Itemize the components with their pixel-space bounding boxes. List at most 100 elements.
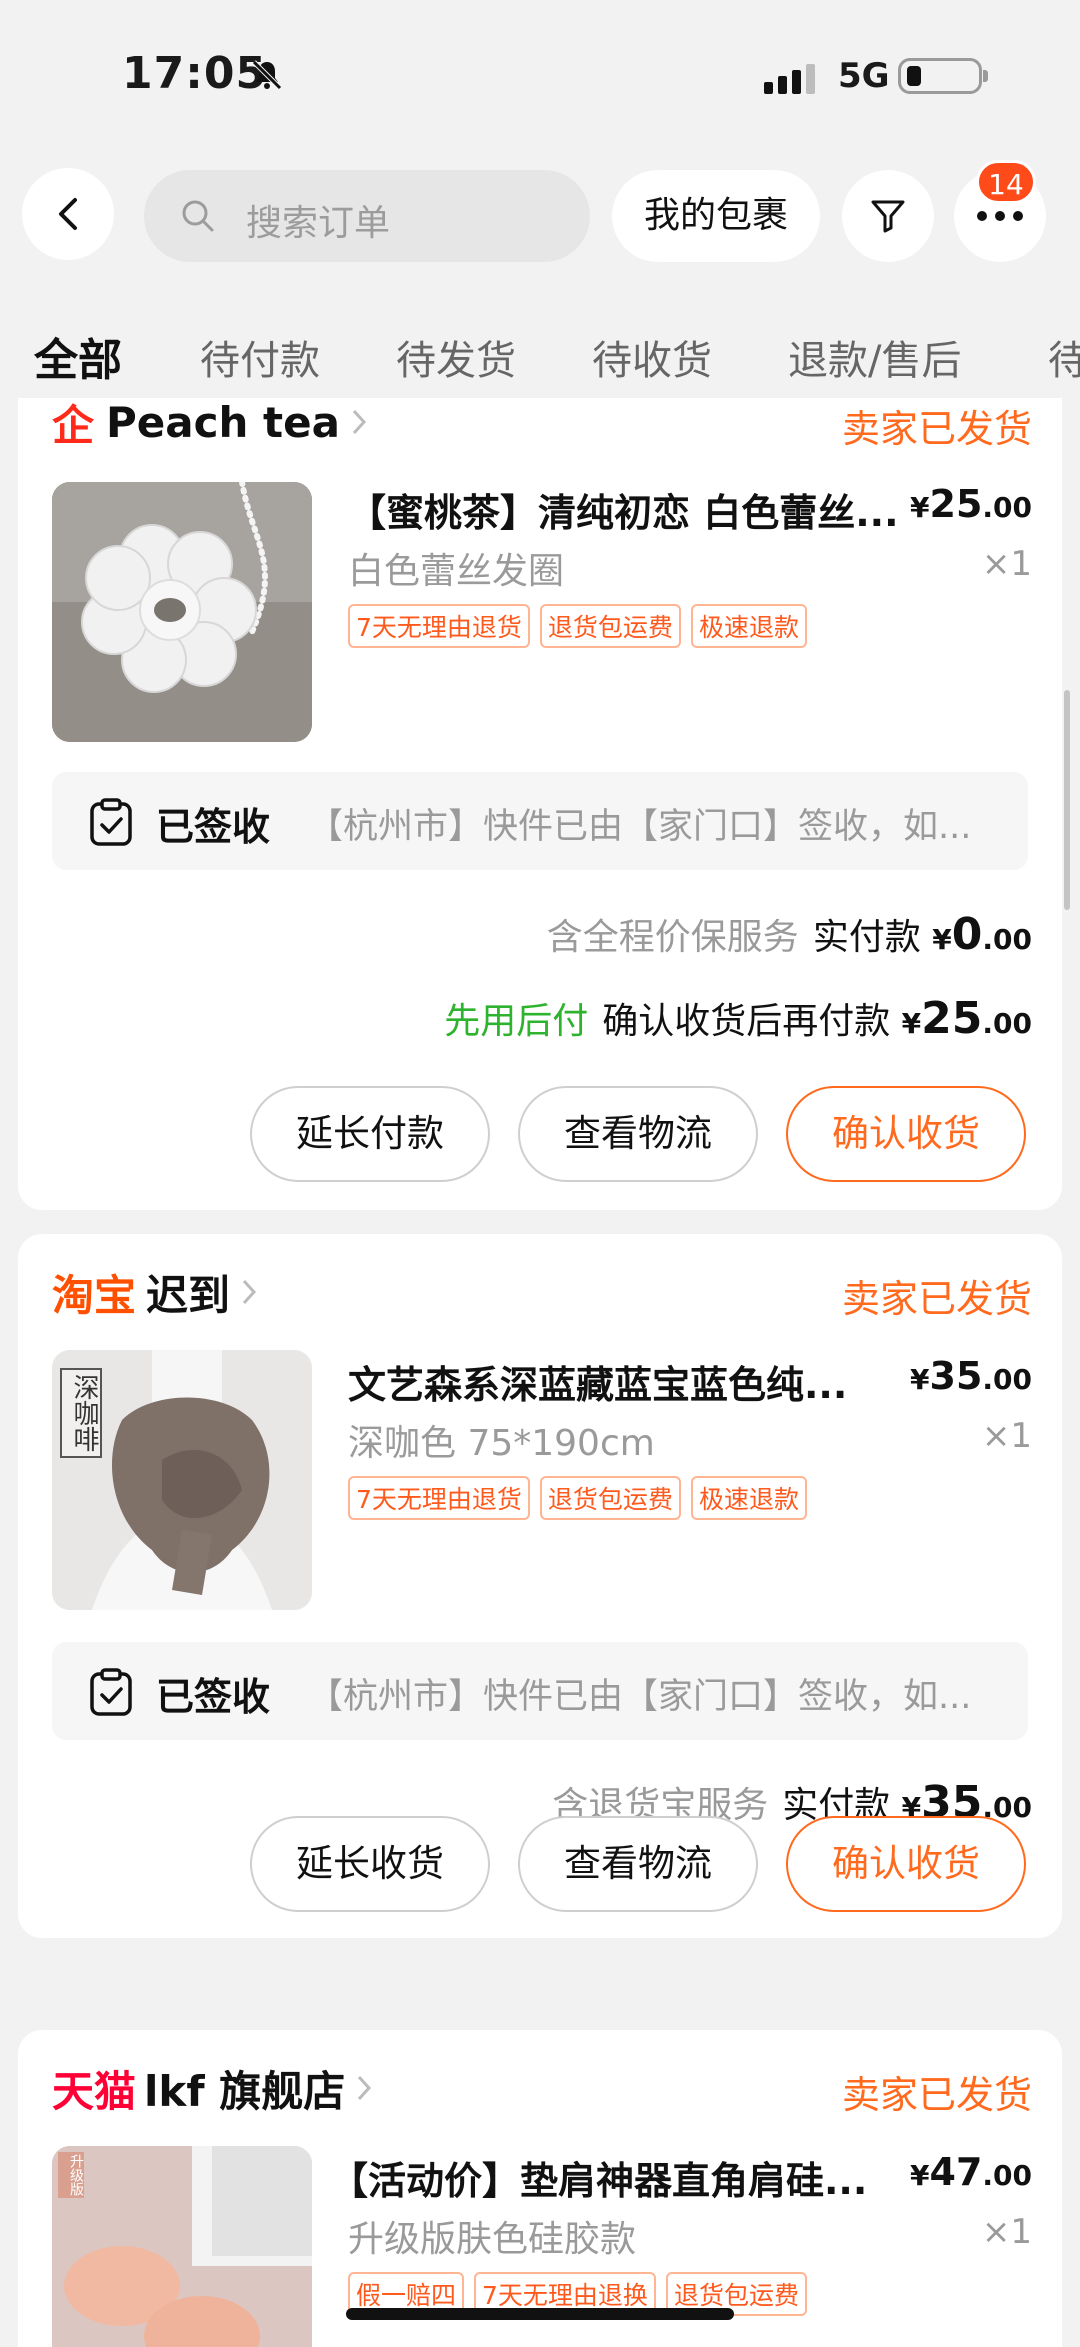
notification-badge: 14	[976, 160, 1036, 204]
paid-label: 实付款	[812, 917, 921, 958]
product-price: ¥35.00	[910, 1354, 1032, 1398]
logistics-bar[interactable]: 已签收 【杭州市】快件已由【家门口】签收，如...	[52, 772, 1028, 870]
tag-7day-return: 7天无理由退货	[348, 604, 530, 648]
shop-link[interactable]: 淘宝 迟到	[52, 1262, 258, 1322]
product-quantity: ×1	[981, 544, 1032, 584]
logistics-bar[interactable]: 已签收 【杭州市】快件已由【家门口】签收，如...	[52, 1642, 1028, 1740]
tab-pending-payment[interactable]: 待付款	[200, 328, 320, 386]
product-quantity: ×1	[981, 2212, 1032, 2252]
tag-free-return-shipping: 退货包运费	[539, 604, 681, 648]
clipboard-check-icon	[90, 1668, 132, 1716]
shop-name: 迟到	[146, 1270, 231, 1320]
shop-link[interactable]: 企 Peach tea	[52, 398, 368, 452]
logistics-detail: 【杭州市】快件已由【家门口】签收，如...	[308, 807, 972, 847]
product-image[interactable]: 升级版	[52, 2146, 312, 2347]
order-search-input[interactable]: 搜索订单	[144, 170, 590, 262]
chevron-right-icon	[242, 1279, 257, 1305]
product-quantity: ×1	[981, 1416, 1032, 1456]
tmall-logo-icon: 天猫	[52, 2066, 137, 2116]
more-dot	[995, 211, 1005, 221]
pay-later-row: 先用后付 确认收货后再付款 ¥25.00	[444, 992, 1032, 1044]
chevron-right-icon	[358, 2075, 372, 2101]
product-title[interactable]: 文艺森系深蓝藏蓝宝蓝色纯...	[348, 1354, 908, 1409]
shop-name: lkf 旗舰店	[144, 2066, 346, 2116]
home-indicator[interactable]	[346, 2308, 734, 2320]
pay-later-label: 先用后付	[444, 1001, 589, 1042]
order-list[interactable]: 企 Peach tea 卖家已发货 【蜜桃茶】清纯初恋 白色蕾丝... ¥25.…	[0, 398, 1080, 2347]
pay-later-decimal: .00	[982, 1007, 1032, 1040]
tab-pending-review[interactable]: 待	[1048, 328, 1080, 386]
logistics-state: 已签收	[156, 1675, 271, 1719]
extend-payment-button[interactable]: 延长付款	[250, 1086, 490, 1182]
shop-name: Peach tea	[106, 398, 340, 447]
order-tabs: 全部 待付款 待发货 待收货 退款/售后 待	[0, 310, 1080, 400]
bell-muted-icon	[252, 60, 282, 90]
currency-symbol: ¥	[901, 1007, 922, 1040]
filter-icon	[871, 200, 905, 233]
back-button[interactable]	[22, 168, 114, 260]
price-integer: 25	[929, 482, 983, 526]
confirm-receipt-button[interactable]: 确认收货	[786, 1816, 1026, 1912]
more-dots-icon	[977, 211, 987, 221]
status-bar: 17:05 5G	[0, 0, 1080, 160]
price-decimal: .00	[982, 2159, 1032, 2192]
enterprise-icon: 企	[52, 400, 95, 450]
service-label: 含全程价保服务	[546, 917, 799, 958]
tab-pending-receipt[interactable]: 待收货	[592, 328, 712, 386]
search-icon	[182, 200, 214, 232]
my-packages-button[interactable]: 我的包裹	[612, 170, 820, 262]
logistics-detail: 【杭州市】快件已由【家门口】签收，如...	[308, 1677, 972, 1717]
confirm-receipt-button[interactable]: 确认收货	[786, 1086, 1026, 1182]
thumb-label: 深咖啡	[60, 1368, 102, 1458]
product-price: ¥25.00	[910, 482, 1032, 526]
shoulder-pad-image	[52, 2146, 312, 2347]
tag-fast-refund: 极速退款	[690, 1476, 807, 1520]
tab-refund[interactable]: 退款/售后	[788, 328, 961, 386]
order-status: 卖家已发货	[841, 407, 1032, 451]
pay-later-text: 确认收货后再付款	[602, 1001, 891, 1042]
scrunchie-image	[52, 482, 312, 742]
currency-symbol: ¥	[910, 491, 930, 524]
battery-icon	[898, 58, 988, 94]
view-logistics-button[interactable]: 查看物流	[518, 1086, 758, 1182]
price-decimal: .00	[982, 491, 1032, 524]
tab-pending-shipment[interactable]: 待发货	[396, 328, 516, 386]
product-image[interactable]	[52, 482, 312, 742]
order-card: 天猫 lkf 旗舰店 卖家已发货 升级版 【活动价】垫肩神器直角肩硅... ¥4…	[18, 2030, 1062, 2347]
logistics-state: 已签收	[156, 805, 271, 849]
paid-row: 含全程价保服务 实付款 ¥0.00	[547, 908, 1032, 960]
pay-later-amount: 25	[921, 993, 983, 1044]
taobao-logo-icon: 淘宝	[52, 1270, 137, 1320]
product-image[interactable]: 深咖啡	[52, 1350, 312, 1610]
product-price: ¥47.00	[910, 2150, 1032, 2194]
tag-free-return-shipping: 退货包运费	[539, 1476, 681, 1520]
scrollbar[interactable]	[1064, 690, 1070, 910]
product-variant: 升级版肤色硅胶款	[348, 2219, 637, 2260]
paid-decimal: .00	[982, 923, 1032, 956]
search-placeholder: 搜索订单	[246, 203, 391, 244]
price-decimal: .00	[982, 1363, 1032, 1396]
currency-symbol: ¥	[932, 923, 952, 956]
shop-link[interactable]: 天猫 lkf 旗舰店	[52, 2058, 373, 2118]
product-title[interactable]: 【蜜桃茶】清纯初恋 白色蕾丝...	[348, 482, 908, 537]
network-type: 5G	[838, 56, 890, 96]
paid-amount: 0	[951, 909, 983, 960]
extend-receipt-button[interactable]: 延长收货	[250, 1816, 490, 1912]
order-status: 卖家已发货	[841, 1277, 1032, 1321]
view-logistics-button[interactable]: 查看物流	[518, 1816, 758, 1912]
signal-icon	[764, 64, 815, 94]
order-card: 淘宝 迟到 卖家已发货 深咖啡 文艺森系深蓝藏蓝宝蓝色纯... ¥35.00 深…	[18, 1234, 1062, 1938]
price-integer: 47	[929, 2150, 983, 2194]
order-card: 企 Peach tea 卖家已发货 【蜜桃茶】清纯初恋 白色蕾丝... ¥25.…	[18, 398, 1062, 1210]
product-variant: 白色蕾丝发圈	[348, 551, 565, 592]
price-integer: 35	[929, 1354, 983, 1398]
status-time: 17:05	[122, 48, 268, 99]
order-status: 卖家已发货	[841, 2073, 1032, 2117]
chevron-right-icon	[352, 409, 366, 435]
tab-all[interactable]: 全部	[34, 324, 122, 388]
tag-7day-return: 7天无理由退货	[348, 1476, 530, 1520]
product-title[interactable]: 【活动价】垫肩神器直角肩硅...	[330, 2150, 910, 2205]
currency-symbol: ¥	[910, 1363, 930, 1396]
thumb-badge: 升级版	[58, 2152, 84, 2198]
filter-button[interactable]	[842, 170, 934, 262]
